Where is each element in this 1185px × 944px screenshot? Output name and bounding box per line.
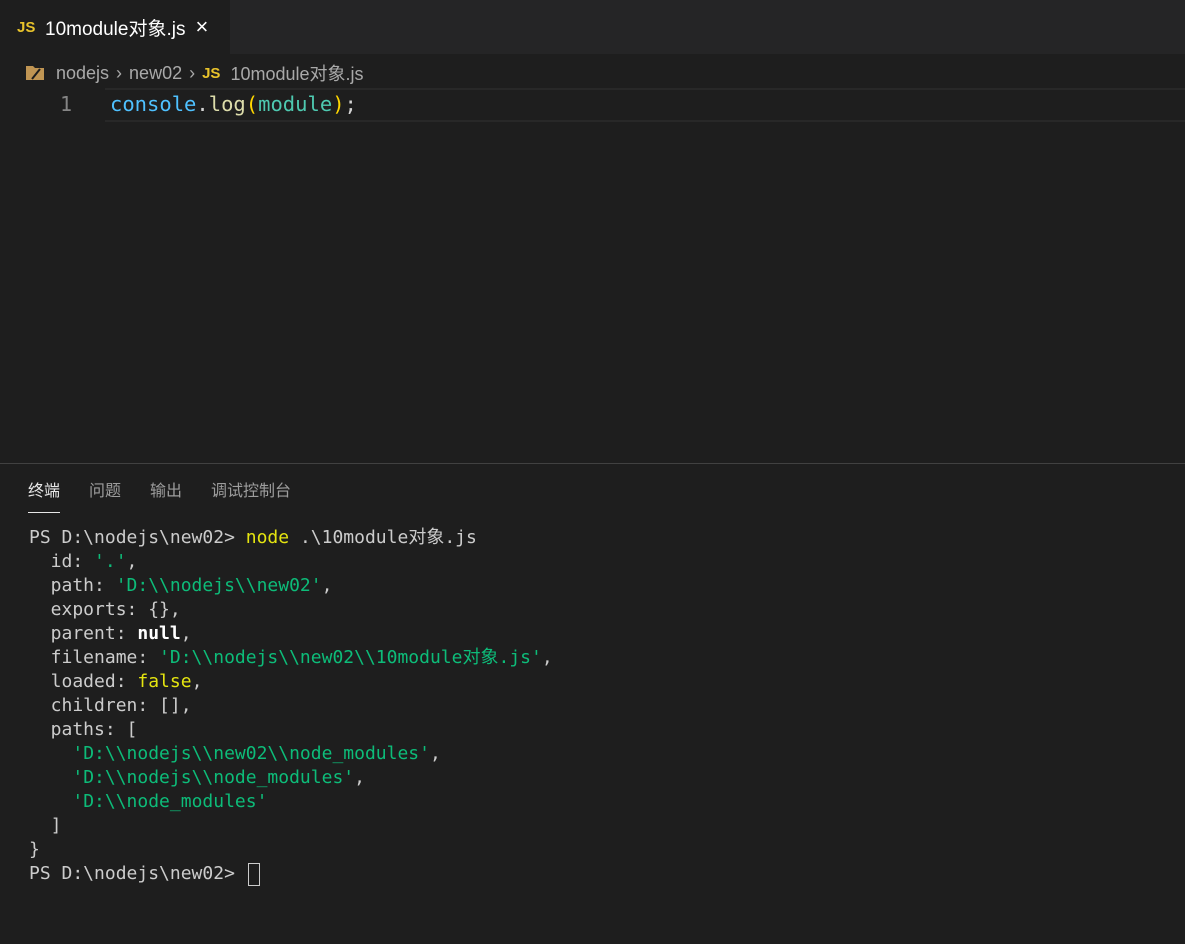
terminal-text: parent: [29,623,138,644]
editor-tab[interactable]: JS 10module对象.js × [0,0,230,54]
terminal-prompt: PS D:\nodejs\new02> [29,527,246,548]
terminal-text: , [191,671,203,692]
terminal-text: 'D:\\node_modules' [72,791,268,812]
terminal-command: node [245,527,290,548]
bottom-panel: 终端 问题 输出 调试控制台 PS D:\nodejs\new02> node … [0,463,1185,944]
terminal-text: , [429,743,441,764]
terminal-text: , [354,767,365,788]
terminal-text: null [137,623,181,644]
terminal-line: id: '.', [29,550,553,574]
tab-filename: 10module对象.js [45,18,186,40]
terminal-line: parent: null, [29,622,553,646]
breadcrumb-item-nodejs[interactable]: nodejs [56,63,109,84]
terminal-text: } [29,839,40,860]
terminal-text: 'D:\\nodejs\\node_modules' [72,767,355,788]
code-token-open-paren: ( [245,92,259,116]
close-icon[interactable]: × [195,14,208,40]
terminal-text: 'D:\\nodejs\\new02\\node_modules' [72,743,430,764]
terminal-text: 'D:\\nodejs\\new02\\10module对象.js' [159,647,542,668]
breadcrumb: nodejs › new02 › JS 10module对象.js [0,58,1185,88]
terminal-line: 'D:\\nodejs\\node_modules', [29,766,553,790]
terminal-command-line: PS D:\nodejs\new02> node .\10module对象.js [29,526,553,550]
tab-problems[interactable]: 问题 [89,481,121,513]
code-line[interactable]: 1 console.log(module); [0,88,1185,122]
code-token-object: console [110,92,197,116]
terminal-line: paths: [ [29,718,553,742]
terminal-output-lines: id: '.', path: 'D:\\nodejs\\new02', expo… [29,550,553,862]
terminal-text: , [321,575,333,596]
terminal-text: , [541,647,553,668]
terminal-line: ] [29,814,553,838]
terminal-output[interactable]: PS D:\nodejs\new02> node .\10module对象.js… [29,526,553,886]
code-token-function: log [208,92,246,116]
terminal-line: 'D:\\nodejs\\new02\\node_modules', [29,742,553,766]
breadcrumb-item-file[interactable]: 10module对象.js [230,60,363,86]
tab-terminal[interactable]: 终端 [28,481,61,513]
terminal-text: path: [29,575,116,596]
javascript-file-icon: JS [17,18,36,36]
terminal-text: ] [29,815,62,836]
terminal-line: 'D:\\node_modules' [29,790,553,814]
terminal-line: } [29,838,553,862]
terminal-text: loaded: [29,671,138,692]
code-token-close-paren: ) [332,92,345,116]
javascript-file-icon: JS [202,64,221,82]
terminal-cursor [247,862,260,886]
code-text[interactable]: console.log(module); [110,88,357,120]
terminal-line: loaded: false, [29,670,553,694]
terminal-line: path: 'D:\\nodejs\\new02', [29,574,553,598]
terminal-prompt: PS D:\nodejs\new02> [29,863,246,884]
tab-debug-console[interactable]: 调试控制台 [211,481,291,513]
folder-icon [26,66,44,80]
terminal-text: '.' [94,551,127,572]
terminal-line: filename: 'D:\\nodejs\\new02\\10module对象… [29,646,553,670]
terminal-text: paths: [ [29,719,138,740]
terminal-text: children: [], [29,695,192,716]
chevron-right-icon: › [189,62,196,83]
terminal-line: exports: {}, [29,598,553,622]
tab-bar: JS 10module对象.js × [0,0,1185,54]
code-token-argument: module [258,92,333,116]
panel-tabs: 终端 问题 输出 调试控制台 [28,481,320,513]
breadcrumb-item-new02[interactable]: new02 [129,63,182,84]
terminal-text: false [137,671,192,692]
tab-output[interactable]: 输出 [150,481,182,513]
line-number: 1 [59,92,72,116]
terminal-text: filename: [29,647,160,668]
code-token-dot: . [196,92,209,116]
chevron-right-icon: › [116,62,123,83]
terminal-text: , [180,623,192,644]
code-editor[interactable]: 1 console.log(module); [0,88,1185,462]
terminal-text: , [126,551,138,572]
terminal-text: id: [29,551,95,572]
terminal-input-line[interactable]: PS D:\nodejs\new02> [29,862,553,886]
code-token-semicolon: ; [344,92,357,116]
terminal-text: 'D:\\nodejs\\new02' [115,575,322,596]
terminal-command-args: .\10module对象.js [289,527,477,548]
terminal-line: children: [], [29,694,553,718]
terminal-text: exports: {}, [29,599,181,620]
